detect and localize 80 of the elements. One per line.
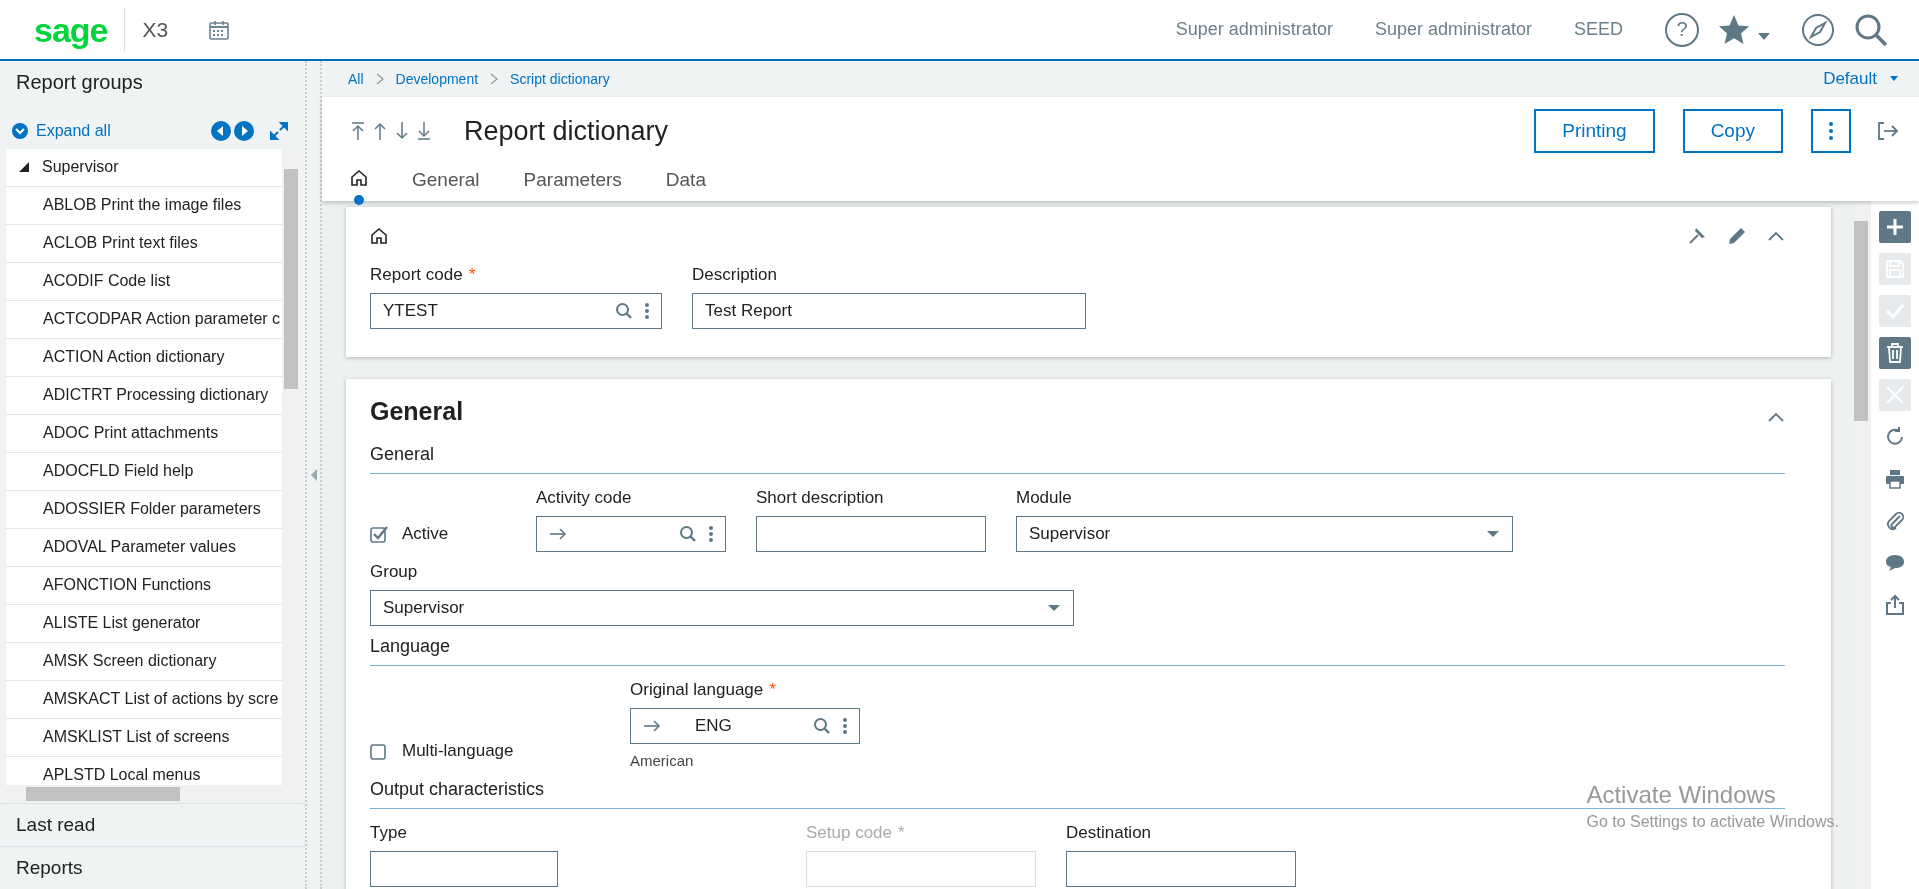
caret-icon[interactable] (1889, 75, 1899, 83)
compass-icon[interactable] (1801, 12, 1835, 47)
arrow-icon[interactable] (643, 720, 661, 732)
pencil-icon[interactable] (1727, 226, 1747, 246)
search-icon[interactable] (679, 525, 697, 543)
more-icon[interactable] (1829, 122, 1833, 140)
first-record-icon[interactable] (350, 121, 366, 141)
previous-icon[interactable] (211, 120, 231, 141)
input-field[interactable]: ENG (630, 708, 860, 744)
chevron-up-icon[interactable] (1767, 230, 1785, 242)
dropdown[interactable]: Supervisor (370, 590, 1074, 626)
caret-icon[interactable] (1757, 30, 1771, 41)
checkbox[interactable]: Multi-language (370, 733, 630, 769)
more-button[interactable] (1811, 109, 1851, 153)
next-icon[interactable] (234, 120, 254, 141)
field-label: Type (370, 823, 408, 843)
expand-icon[interactable] (269, 120, 289, 141)
action-button[interactable]: Copy (1682, 109, 1783, 153)
search-icon[interactable] (615, 302, 633, 320)
page-title: Report dictionary (464, 115, 669, 147)
pin-icon[interactable] (1687, 226, 1707, 246)
input-field[interactable]: YTEST (370, 293, 662, 329)
panel-title: Report groups (15, 70, 144, 95)
role-name[interactable]: Super administrator (1374, 19, 1532, 40)
next-record-icon[interactable] (394, 121, 410, 141)
expand-all-link[interactable]: Expand all (12, 121, 111, 140)
caret-icon[interactable] (1047, 604, 1061, 612)
activation-notice-text: Go to Settings to activate Windows. (1586, 813, 1839, 831)
expanded-icon[interactable] (18, 161, 30, 174)
tab[interactable]: General (412, 165, 480, 201)
card-title: General (370, 397, 464, 426)
user-name[interactable]: Super administrator (1175, 19, 1333, 40)
tab[interactable]: Data (665, 165, 706, 201)
field-label: Setup code * (806, 823, 906, 843)
exit-icon[interactable] (1877, 121, 1899, 141)
dropdown[interactable]: Supervisor (1016, 516, 1513, 552)
input-field[interactable] (370, 851, 558, 887)
field-label: Module (1016, 488, 1073, 508)
breadcrumb-link[interactable]: Script dictionary (510, 71, 610, 87)
search-icon[interactable] (813, 717, 831, 735)
field-label: Destination (1066, 823, 1153, 843)
more-icon[interactable] (709, 525, 713, 543)
input-field[interactable] (1066, 851, 1296, 887)
home-icon[interactable] (350, 169, 368, 187)
chevron-down-icon[interactable] (12, 122, 28, 139)
checkbox-icon[interactable] (370, 742, 388, 760)
input-field[interactable] (756, 516, 986, 552)
activation-notice-title: Activate Windows (1586, 781, 1777, 809)
field-label: Description (692, 265, 779, 285)
input-field[interactable] (536, 516, 726, 552)
folder-name[interactable]: SEED (1573, 19, 1623, 40)
field-hint: American (630, 752, 695, 769)
breadcrumb-link[interactable]: Development (395, 71, 479, 87)
input-field[interactable]: Test Report (692, 293, 1086, 329)
chevron-icon (490, 73, 499, 85)
section-title: General (370, 444, 1785, 474)
last-record-icon[interactable] (416, 121, 432, 141)
home-icon (370, 227, 388, 245)
field-label: Activity code (536, 488, 633, 508)
field-label: Group (370, 562, 419, 582)
chevron-up-icon[interactable] (1767, 410, 1785, 423)
arrow-icon[interactable] (549, 528, 567, 540)
field-label: Original language * (630, 680, 777, 700)
caret-icon[interactable] (1486, 530, 1500, 538)
section-title: Language (370, 636, 1785, 666)
action-button[interactable]: Printing (1534, 109, 1655, 153)
more-icon[interactable] (645, 302, 649, 320)
more-icon[interactable] (843, 717, 847, 735)
chevron-icon (375, 73, 384, 85)
field-label: Short description (756, 488, 885, 508)
calendar-icon[interactable] (208, 18, 231, 41)
breadcrumb-link[interactable]: All (348, 71, 364, 87)
view-selector[interactable]: Default (1823, 69, 1877, 89)
previous-record-icon[interactable] (372, 121, 388, 141)
checkbox[interactable]: Active (370, 516, 536, 552)
field-label: Report code * (370, 265, 477, 285)
checkbox-checked-icon[interactable] (370, 525, 388, 543)
product-name: X3 (142, 17, 169, 42)
tab[interactable]: Parameters (523, 165, 622, 201)
help-button[interactable]: ? (1665, 12, 1699, 47)
